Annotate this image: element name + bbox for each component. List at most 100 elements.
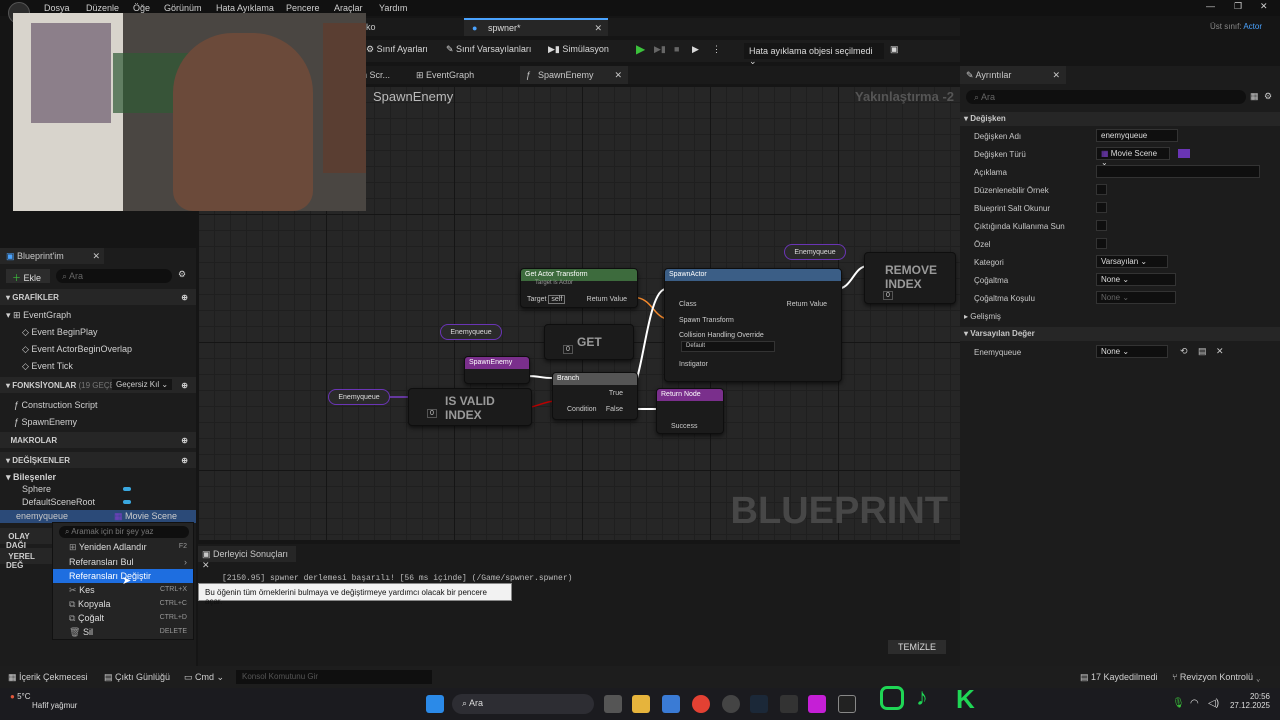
menu-find-references[interactable]: Referansları Bul <box>69 557 134 567</box>
mic-icon[interactable]: 🎙 <box>1172 698 1185 709</box>
advanced-section[interactable]: ▸ Gelişmiş <box>964 312 1001 321</box>
replication-dropdown[interactable]: None ⌄ <box>1096 273 1176 286</box>
component-item[interactable]: DefaultSceneRoot <box>22 497 131 507</box>
content-drawer-button[interactable]: ▦ İçerik Çekmecesi <box>8 672 88 683</box>
close-tab-icon[interactable]: ✕ <box>614 70 622 81</box>
get-actor-transform-node[interactable]: Get Actor Transform Target is Actor Targ… <box>520 268 638 308</box>
debug-object-dropdown[interactable]: Hata ayıklama objesi seçilmedi ⌄ <box>744 43 884 66</box>
function-item[interactable]: ƒ Construction Script <box>14 400 98 410</box>
read-only-checkbox[interactable] <box>1096 202 1107 213</box>
spawn-actor-node[interactable]: SpawnActor Class Return Value Spawn Tran… <box>664 268 842 382</box>
is-valid-index-node[interactable]: IS VALID INDEX 0 <box>408 388 532 426</box>
tab-construction-script[interactable]: n Scr... <box>362 70 390 80</box>
menu-cut[interactable]: ✂ Kes <box>69 585 95 596</box>
menu-window[interactable]: Pencere <box>286 3 320 13</box>
close-tab-icon[interactable]: ✕ <box>594 23 602 34</box>
taskbar-search[interactable]: ⌕ Ara <box>452 694 594 714</box>
variable-type-dropdown[interactable]: ▦ Movie Scene ⌄ <box>1096 147 1170 167</box>
close-tab-icon[interactable]: ✕ <box>1052 70 1060 81</box>
enemyqueue-node-3[interactable]: Enemyqueue <box>328 389 390 405</box>
step-icon[interactable]: ▶▮ <box>654 44 666 55</box>
wifi-icon[interactable]: ◠ <box>1190 698 1199 709</box>
compiler-tab[interactable]: ▣ Derleyici Sonuçları ✕ <box>198 546 296 570</box>
my-blueprint-tab[interactable]: ▣ Blueprint'im ✕ <box>0 248 104 264</box>
steam-icon[interactable] <box>750 695 768 713</box>
clear-button[interactable]: TEMİZLE <box>888 640 946 654</box>
menu-rename[interactable]: ⊞ Yeniden Adlandır <box>69 542 147 553</box>
details-tab[interactable]: ✎ Ayrıntılar ✕ <box>960 66 1066 84</box>
components-group[interactable]: ▾ Bileşenler <box>6 472 56 483</box>
description-field[interactable] <box>1096 165 1260 178</box>
class-settings-button[interactable]: ⚙ Sınıf Ayarları <box>366 44 428 55</box>
menu-tools[interactable]: Araçlar <box>334 3 363 13</box>
branch-node[interactable]: Branch True Condition False <box>552 372 638 420</box>
default-value-header[interactable]: ▾ Varsayılan Değer <box>960 327 1280 341</box>
more-icon[interactable]: ⋮ <box>712 44 721 55</box>
expose-on-spawn-checkbox[interactable] <box>1096 220 1107 231</box>
remove-index-node[interactable]: REMOVE INDEX 0 <box>864 252 956 304</box>
graphs-section[interactable]: ▾ GRAFİKLER ⊕ <box>0 289 196 305</box>
tab-spwner[interactable]: ● spwner* ✕ <box>464 18 608 36</box>
file-explorer-icon[interactable] <box>632 695 650 713</box>
windows-start-icon[interactable] <box>426 695 444 713</box>
tab-spawn-enemy[interactable]: ƒ SpawnEnemy ✕ <box>520 66 628 84</box>
event-item[interactable]: ◇ Event BeginPlay <box>22 327 97 338</box>
menu-delete[interactable]: 🗑 Sil <box>69 627 93 638</box>
default-value-dropdown[interactable]: None ⌄ <box>1096 345 1168 358</box>
return-node[interactable]: Return Node Success <box>656 388 724 434</box>
replication-condition-dropdown[interactable]: None ⌄ <box>1096 291 1176 304</box>
volume-icon[interactable]: ◁) <box>1208 698 1219 709</box>
add-graph-icon[interactable]: ⊕ <box>181 293 188 302</box>
collision-dropdown[interactable]: Default <box>681 341 775 352</box>
details-settings-icon[interactable]: ⚙ <box>1264 91 1272 102</box>
settings-gear-icon[interactable]: ⚙ <box>178 269 186 280</box>
variables-section[interactable]: ▾ DEĞİŞKENLER ⊕ <box>0 452 196 468</box>
enemyqueue-node-2[interactable]: Enemyqueue <box>440 324 502 340</box>
override-dropdown[interactable]: Geçersiz Kıl ⌄ <box>112 379 173 390</box>
category-dropdown[interactable]: Varsayılan ⌄ <box>1096 255 1168 268</box>
eject-icon[interactable]: ▶ <box>692 44 699 55</box>
event-item[interactable]: ◇ Event Tick <box>22 361 73 372</box>
functions-section[interactable]: ▾ FONKSİYONLAR (19 GEÇERSİZ Geçersiz Kıl… <box>0 377 196 393</box>
variable-name-field[interactable]: enemyqueue <box>1096 129 1178 142</box>
close-tab-icon[interactable]: ✕ <box>92 251 100 262</box>
tab-event-graph[interactable]: ⊞ EventGraph <box>416 70 474 81</box>
enemyqueue-node[interactable]: Enemyqueue <box>784 244 846 260</box>
epic-games-icon[interactable] <box>780 695 798 713</box>
use-selected-icon[interactable]: ⟲ <box>1180 346 1188 357</box>
maximize-button[interactable]: ❐ <box>1234 1 1242 12</box>
local-variables-section[interactable]: YEREL DEĞ <box>0 548 52 570</box>
event-item[interactable]: ◇ Event ActorBeginOverlap <box>22 344 132 355</box>
get-node[interactable]: GET 0 <box>544 324 634 360</box>
menu-duplicate[interactable]: ⧉ Çoğalt <box>69 613 104 624</box>
menu-view[interactable]: Görünüm <box>164 3 202 13</box>
menu-copy[interactable]: ⧉ Kopyala <box>69 599 110 610</box>
clear-icon[interactable]: ✕ <box>1216 346 1224 357</box>
add-function-icon[interactable]: ⊕ <box>181 381 188 390</box>
minimize-button[interactable]: — <box>1206 1 1215 11</box>
menu-help[interactable]: Yardım <box>379 3 407 13</box>
browse-icon[interactable]: ▤ <box>1198 346 1207 357</box>
menu-asset[interactable]: Öğe <box>133 3 150 13</box>
grid-view-icon[interactable]: ▦ <box>1250 91 1259 102</box>
app-icon[interactable] <box>722 695 740 713</box>
spawn-enemy-entry-node[interactable]: SpawnEnemy <box>464 356 530 384</box>
class-defaults-button[interactable]: ✎ Sınıf Varsayılanları <box>446 44 531 55</box>
simulation-button[interactable]: ▶▮ Simülasyon <box>548 44 609 55</box>
menu-debug[interactable]: Hata Ayıklama <box>216 3 274 13</box>
revision-control-button[interactable]: ⑂ Revizyon Kontrolü ⌄ <box>1172 672 1261 682</box>
add-macro-icon[interactable]: ⊕ <box>181 436 188 445</box>
chrome-icon[interactable] <box>692 695 710 713</box>
console-input[interactable]: Konsol Komutunu Gir <box>236 670 432 684</box>
blueprint-search-input[interactable]: ⌕ Ara <box>56 269 172 283</box>
component-item[interactable]: Sphere <box>22 484 131 494</box>
add-variable-icon[interactable]: ⊕ <box>181 456 188 465</box>
task-view-icon[interactable] <box>604 695 622 713</box>
menu-file[interactable]: Dosya <box>44 3 70 13</box>
unsaved-button[interactable]: ▤ 17 Kaydedilmedi <box>1080 672 1158 683</box>
context-search-input[interactable]: ⌕ Aramak için bir şey yaz <box>59 526 189 538</box>
output-log-button[interactable]: ▤ Çıktı Günlüğü <box>104 672 170 683</box>
cmd-dropdown[interactable]: ▭ Cmd ⌄ <box>184 672 224 683</box>
store-icon[interactable] <box>662 695 680 713</box>
play-icon[interactable]: ▶ <box>636 42 645 56</box>
